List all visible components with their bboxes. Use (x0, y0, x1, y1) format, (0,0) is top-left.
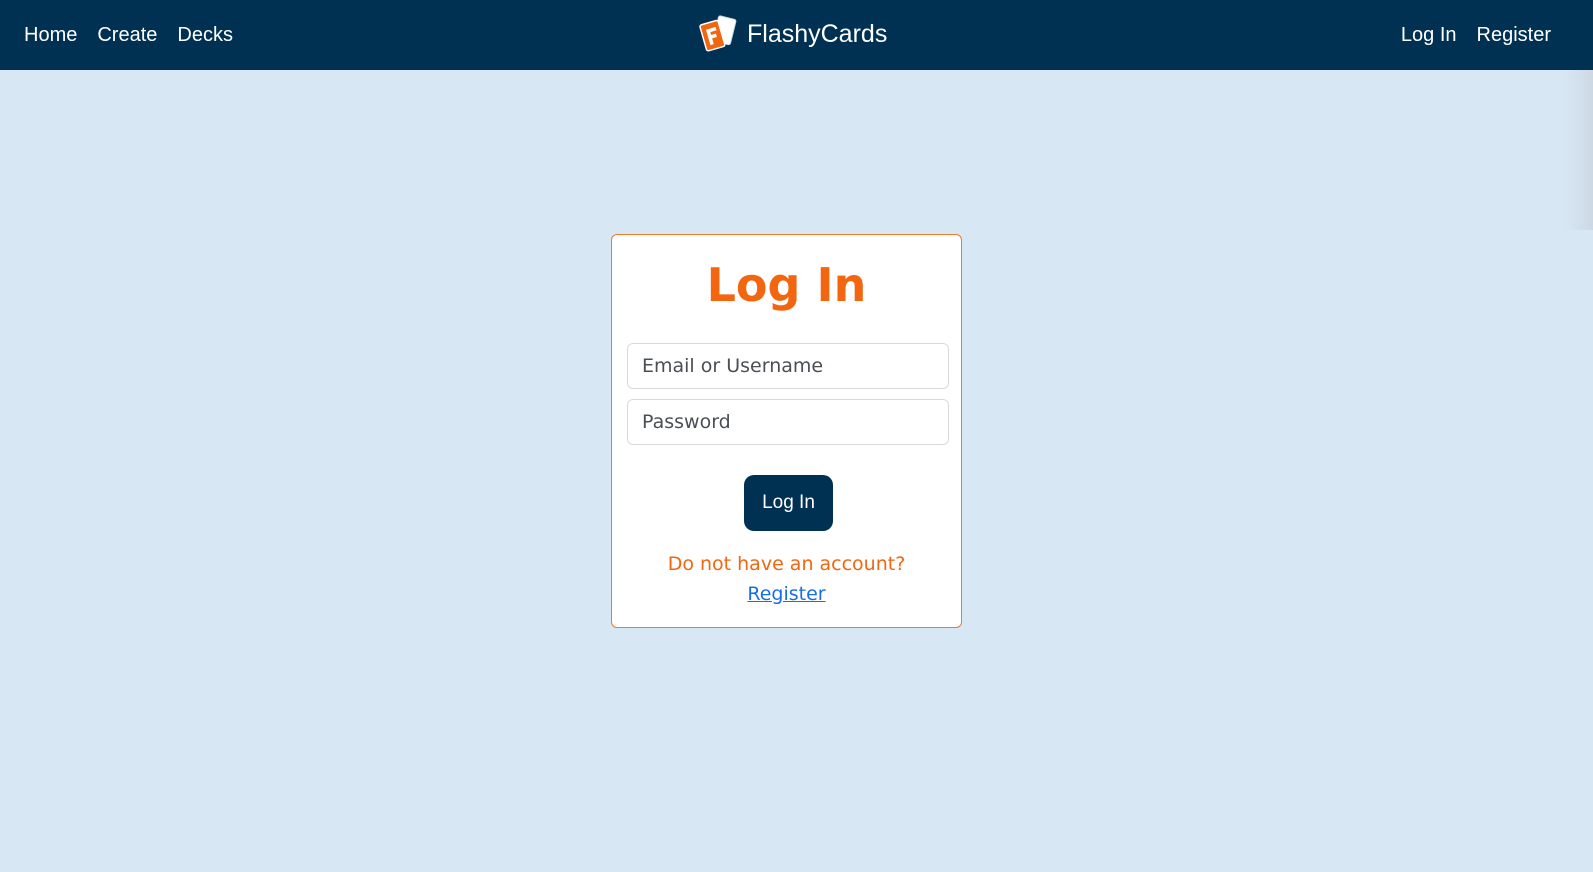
brand-name: FlashyCards (747, 19, 888, 48)
register-link[interactable]: Register (612, 583, 961, 605)
nav-right-links: Log In Register (1401, 0, 1551, 70)
nav-login-link[interactable]: Log In (1401, 24, 1457, 47)
login-button[interactable]: Log In (744, 475, 833, 531)
scroll-edge-shadow (1565, 70, 1593, 230)
nav-register-link[interactable]: Register (1477, 24, 1551, 47)
top-navbar: Home Create Decks FlashyCards Log In Reg… (0, 0, 1593, 70)
brand-home-link[interactable]: FlashyCards (697, 14, 887, 54)
nav-home-link[interactable]: Home (24, 24, 77, 47)
login-card: Log In Log In Do not have an account? Re… (611, 234, 962, 628)
nav-left-links: Home Create Decks (24, 0, 233, 70)
no-account-prompt: Do not have an account? (667, 553, 906, 575)
login-title: Log In (706, 258, 867, 312)
nav-decks-link[interactable]: Decks (177, 24, 233, 47)
email-username-input[interactable] (627, 343, 949, 389)
flashcards-logo-icon (699, 15, 737, 52)
password-input[interactable] (627, 399, 949, 445)
nav-create-link[interactable]: Create (97, 24, 157, 47)
